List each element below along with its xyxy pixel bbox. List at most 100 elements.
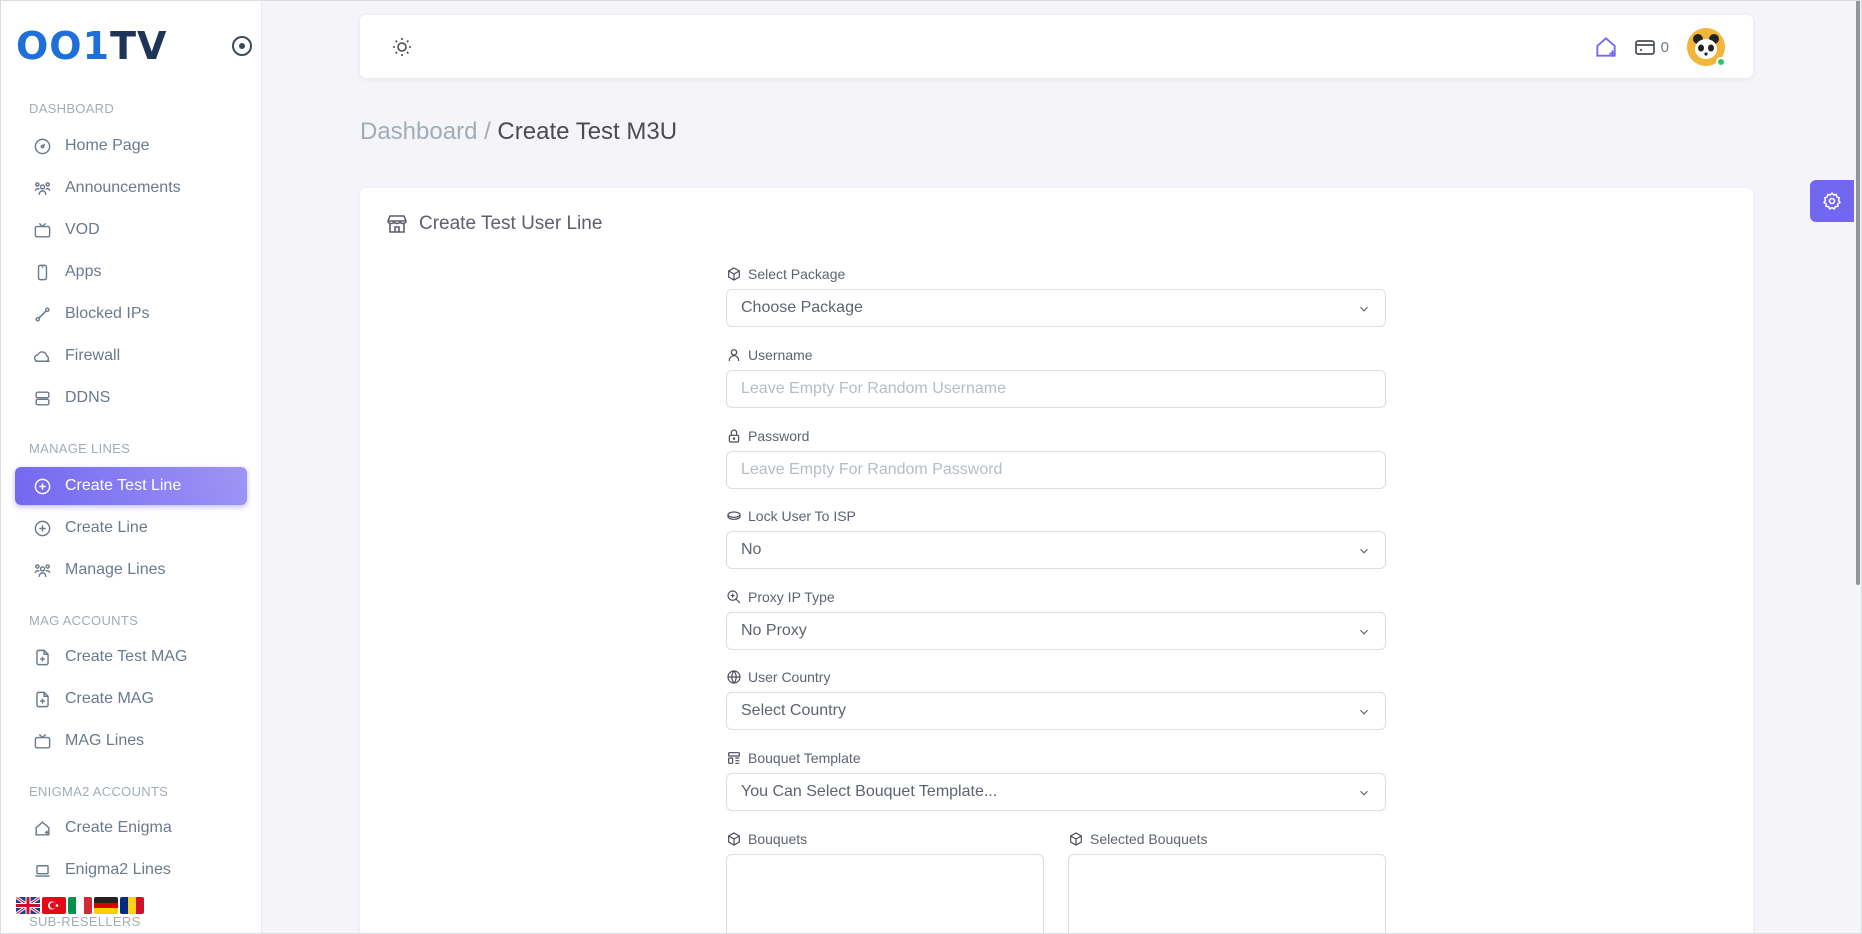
isp-lock-select[interactable]: No <box>726 531 1386 569</box>
phone-icon <box>32 262 52 282</box>
gear-icon <box>1823 191 1841 210</box>
password-input[interactable] <box>741 461 1371 479</box>
file-plus-icon <box>32 647 52 667</box>
sidebar-item-label: Create Test MAG <box>65 648 188 665</box>
sidebar-item-enigma2-lines[interactable]: Enigma2 Lines <box>15 851 247 889</box>
turkey-flag-icon[interactable] <box>42 897 66 914</box>
card-header: Create Test User Line <box>385 212 602 236</box>
sun-icon[interactable] <box>390 35 414 59</box>
brand-logo[interactable]: OO1TV <box>16 24 168 68</box>
menu-header-dashboard: DASHBOARD <box>29 101 115 116</box>
menu-header-sub-resellers: SUB-RESELLERS <box>29 914 141 929</box>
wallet-icon[interactable] <box>1633 35 1657 59</box>
user-icon <box>728 349 740 361</box>
sidebar-item-create-mag[interactable]: Create MAG <box>15 680 247 718</box>
proxy-type-field: Proxy IP Type No Proxy <box>726 587 1386 650</box>
selected-bouquets-field: Selected Bouquets <box>1068 829 1386 934</box>
users-group-icon <box>32 178 52 198</box>
password-field: Password <box>726 426 1386 489</box>
lock-icon <box>728 429 740 443</box>
proxy-type-select[interactable]: No Proxy <box>726 612 1386 650</box>
bouquets-label: Bouquets <box>748 831 808 847</box>
home-plus-icon[interactable] <box>1593 34 1619 60</box>
brand-text: OO1TV <box>16 24 168 68</box>
sidebar-item-mag-lines[interactable]: MAG Lines <box>15 722 247 760</box>
menu-header-enigma2-accounts: ENIGMA2 ACCOUNTS <box>29 784 169 799</box>
sidebar-item-vod[interactable]: VOD <box>15 211 247 249</box>
online-status-dot <box>1716 57 1726 67</box>
bouquets-field: Bouquets <box>726 829 1044 934</box>
sidebar-item-blocked-ips[interactable]: Blocked IPs <box>15 295 247 333</box>
sidebar-item-label: Manage Lines <box>65 561 166 578</box>
sidebar-item-create-enigma[interactable]: Create Enigma <box>15 809 247 847</box>
sidebar-item-firewall[interactable]: Firewall <box>15 337 247 375</box>
tv-icon <box>32 731 52 751</box>
bouquet-template-select[interactable]: You Can Select Bouquet Template... <box>726 773 1386 811</box>
sidebar-item-label: Apps <box>65 263 102 280</box>
users-group-icon <box>32 560 52 580</box>
laptop-icon <box>32 860 52 880</box>
globe-icon <box>727 670 741 684</box>
tv-icon <box>32 220 52 240</box>
package-field: Select Package Choose Package <box>726 264 1386 327</box>
sidebar-item-apps[interactable]: Apps <box>15 253 247 291</box>
username-input[interactable] <box>741 380 1371 398</box>
package-select[interactable]: Choose Package <box>726 289 1386 327</box>
cloud-icon <box>32 346 52 366</box>
italy-flag-icon[interactable] <box>68 897 92 914</box>
sidebar-item-label: Firewall <box>65 347 121 364</box>
germany-flag-icon[interactable] <box>94 897 118 914</box>
sidebar-item-label: VOD <box>65 221 100 238</box>
country-select[interactable]: Select Country <box>726 692 1386 730</box>
sidebar-item-home-page[interactable]: Home Page <box>15 127 247 165</box>
sidebar-item-create-test-line[interactable]: Create Test Line <box>15 467 247 505</box>
avatar[interactable] <box>1687 28 1726 67</box>
proxy-type-label: Proxy IP Type <box>748 589 835 605</box>
sidebar-item-create-line[interactable]: Create Line <box>15 509 247 547</box>
romania-flag-icon[interactable] <box>120 897 144 914</box>
menu-header-manage-lines: MANAGE LINES <box>29 441 131 456</box>
card-title: Create Test User Line <box>419 213 603 234</box>
package-label: Select Package <box>748 266 846 282</box>
theme-customizer-button[interactable] <box>1810 180 1854 222</box>
sidebar: OO1TV DASHBOARD Home Page Announcements … <box>0 0 262 934</box>
page-scrollbar[interactable] <box>1856 0 1860 585</box>
isp-lock-label: Lock User To ISP <box>748 508 856 524</box>
box-arrow-icon <box>728 832 740 846</box>
uk-flag-icon[interactable] <box>16 897 40 914</box>
store-icon <box>387 215 407 233</box>
sidebar-item-announcements[interactable]: Announcements <box>15 169 247 207</box>
sidebar-item-label: Create MAG <box>65 690 154 707</box>
sidebar-item-ddns[interactable]: DDNS <box>15 379 247 417</box>
box-icon <box>728 267 740 281</box>
country-label: User Country <box>748 669 831 685</box>
chevron-down-icon <box>1360 548 1368 554</box>
password-label: Password <box>748 428 810 444</box>
box-arrow-icon <box>1070 832 1082 846</box>
top-navbar: 0 <box>360 15 1753 78</box>
sidebar-item-label: Create Line <box>65 519 148 536</box>
chevron-down-icon <box>1360 629 1368 635</box>
server-icon <box>32 388 52 408</box>
sidebar-item-manage-lines[interactable]: Manage Lines <box>15 551 247 589</box>
chevron-down-icon <box>1360 790 1368 796</box>
sidebar-item-label: Create Test Line <box>65 477 182 494</box>
selected-bouquets-list[interactable] <box>1068 854 1386 934</box>
route-icon <box>32 304 52 324</box>
username-label: Username <box>748 347 813 363</box>
language-flags <box>16 897 144 914</box>
username-field: Username <box>726 345 1386 408</box>
home-plus-icon <box>32 818 52 838</box>
breadcrumb: Dashboard / Create Test M3U <box>360 118 677 146</box>
sidebar-item-create-test-mag[interactable]: Create Test MAG <box>15 638 247 676</box>
sidebar-item-label: Enigma2 Lines <box>65 861 171 878</box>
bouquet-template-field: Bouquet Template You Can Select Bouquet … <box>726 748 1386 811</box>
country-field: User Country Select Country <box>726 667 1386 730</box>
disc-icon <box>727 511 741 520</box>
page-title: Create Test M3U <box>497 118 678 145</box>
sidebar-toggle-icon[interactable] <box>232 36 252 56</box>
bouquets-list[interactable] <box>726 854 1044 934</box>
template-icon <box>728 752 740 764</box>
breadcrumb-parent[interactable]: Dashboard / <box>360 118 491 145</box>
create-test-line-card: Create Test User Line Select Package Cho… <box>360 188 1753 934</box>
